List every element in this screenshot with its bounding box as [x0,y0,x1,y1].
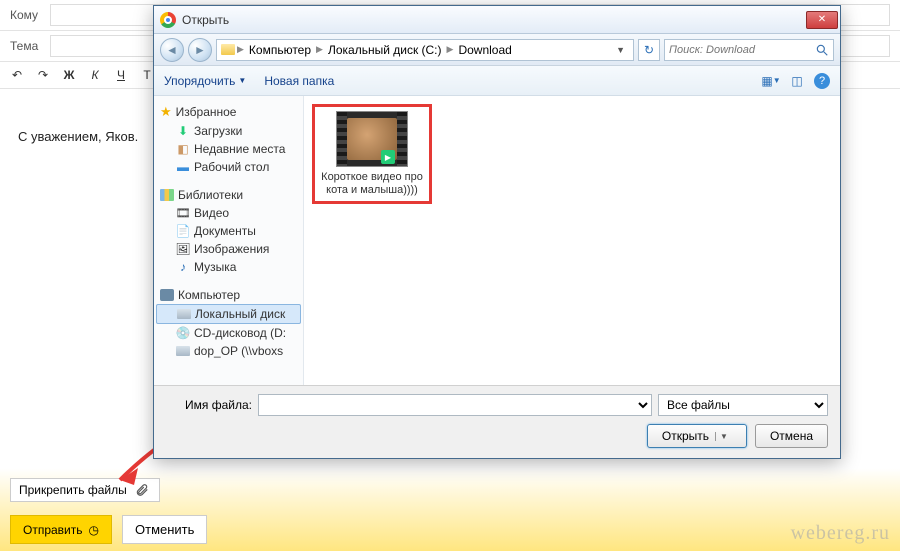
cd-icon: 💿 [176,327,190,339]
breadcrumb-computer[interactable]: Компьютер [246,43,314,57]
paperclip-icon [133,483,151,497]
nav-libraries[interactable]: Библиотеки [154,186,303,204]
network-disk-icon [176,346,190,356]
chrome-icon [160,12,176,28]
computer-icon [160,289,174,301]
chevron-down-icon[interactable]: ▼ [612,45,629,55]
file-open-dialog: Открыть ✕ ◄ ► ▶ Компьютер ▶ Локальный ди… [153,5,841,459]
disk-icon [177,309,191,319]
new-folder-button[interactable]: Новая папка [264,74,334,88]
pictures-icon: 🖼 [176,243,190,255]
forward-button[interactable]: ► [188,38,212,62]
star-icon: ★ [160,104,172,120]
nav-music[interactable]: ♪Музыка [154,258,303,276]
dialog-title: Открыть [182,13,806,27]
attach-label: Прикрепить файлы [19,483,127,497]
to-label: Кому [10,8,50,22]
recent-icon: ◧ [176,143,190,155]
back-button[interactable]: ◄ [160,38,184,62]
nav-favorites[interactable]: ★Избранное [154,102,303,122]
nav-recent[interactable]: ◧Недавние места [154,140,303,158]
nav-computer[interactable]: Компьютер [154,286,303,304]
chevron-right-icon: ▶ [447,44,454,55]
search-box[interactable] [664,39,834,61]
dialog-body: ★Избранное ⬇Загрузки ◧Недавние места ▬Ра… [154,96,840,385]
preview-pane-icon[interactable]: ◫ [788,73,806,89]
open-button[interactable]: Открыть▼ [647,424,747,448]
dialog-cancel-button[interactable]: Отмена [755,424,828,448]
search-icon [815,43,829,57]
downloads-icon: ⬇ [176,125,190,137]
document-icon: 📄 [176,225,190,237]
italic-button[interactable]: К [88,68,102,82]
dialog-footer: Имя файла: Все файлы Открыть▼ Отмена [154,385,840,458]
command-bar: Упорядочить ▼ Новая папка ▦ ▼ ◫ ? [154,66,840,96]
chevron-down-icon[interactable]: ▼ [715,432,732,441]
dialog-titlebar[interactable]: Открыть ✕ [154,6,840,34]
breadcrumb-disk[interactable]: Локальный диск (C:) [325,43,445,57]
file-name: Короткое видео про кота и малыша)))) [319,171,425,197]
folder-icon [221,44,235,55]
chevron-right-icon: ▶ [316,44,323,55]
nav-cd-drive[interactable]: 💿CD-дисковод (D: [154,324,303,342]
navigation-pane[interactable]: ★Избранное ⬇Загрузки ◧Недавние места ▬Ра… [154,96,304,385]
help-icon[interactable]: ? [814,73,830,89]
video-icon: 🎞 [176,207,190,219]
video-thumbnail: ▶ [336,111,408,167]
compose-actions: Отправить ◷ Отменить [10,515,207,544]
redo-icon[interactable]: ↷ [36,68,50,82]
view-mode-icon[interactable]: ▦ ▼ [762,73,780,89]
nav-videos[interactable]: 🎞Видео [154,204,303,222]
nav-pictures[interactable]: 🖼Изображения [154,240,303,258]
filename-input[interactable] [258,394,652,416]
nav-local-disk[interactable]: Локальный диск [156,304,301,324]
search-input[interactable] [669,44,815,56]
send-button[interactable]: Отправить ◷ [10,515,112,544]
breadcrumb-folder[interactable]: Download [455,43,514,57]
organize-menu[interactable]: Упорядочить ▼ [164,74,246,88]
clock-icon: ◷ [89,523,99,537]
subject-label: Тема [10,39,50,53]
watermark: webereg.ru [791,522,890,545]
play-icon: ▶ [381,150,395,164]
nav-network-drive[interactable]: dop_OP (\\vboxs [154,342,303,360]
dialog-nav: ◄ ► ▶ Компьютер ▶ Локальный диск (C:) ▶ … [154,34,840,66]
compose-cancel-button[interactable]: Отменить [122,515,207,544]
nav-downloads[interactable]: ⬇Загрузки [154,122,303,140]
file-list-pane[interactable]: ▶ Короткое видео про кота и малыша)))) [304,96,840,385]
filter-combo[interactable]: Все файлы [658,394,828,416]
chevron-right-icon: ▶ [237,44,244,55]
close-icon[interactable]: ✕ [806,11,838,29]
nav-desktop[interactable]: ▬Рабочий стол [154,158,303,176]
strike-button[interactable]: Т [140,68,154,82]
libraries-icon [160,189,174,201]
underline-button[interactable]: Ч [114,68,128,82]
bold-button[interactable]: Ж [62,68,76,82]
file-item-video[interactable]: ▶ Короткое видео про кота и малыша)))) [312,104,432,204]
attach-files-button[interactable]: Прикрепить файлы [10,478,160,502]
filter-select[interactable]: Все файлы [658,394,828,416]
filename-label: Имя файла: [166,398,252,412]
breadcrumb[interactable]: ▶ Компьютер ▶ Локальный диск (C:) ▶ Down… [216,39,634,61]
music-icon: ♪ [176,261,190,273]
filename-combo[interactable] [258,394,652,416]
undo-icon[interactable]: ↶ [10,68,24,82]
nav-documents[interactable]: 📄Документы [154,222,303,240]
refresh-button[interactable]: ↻ [638,39,660,61]
desktop-icon: ▬ [176,161,190,173]
